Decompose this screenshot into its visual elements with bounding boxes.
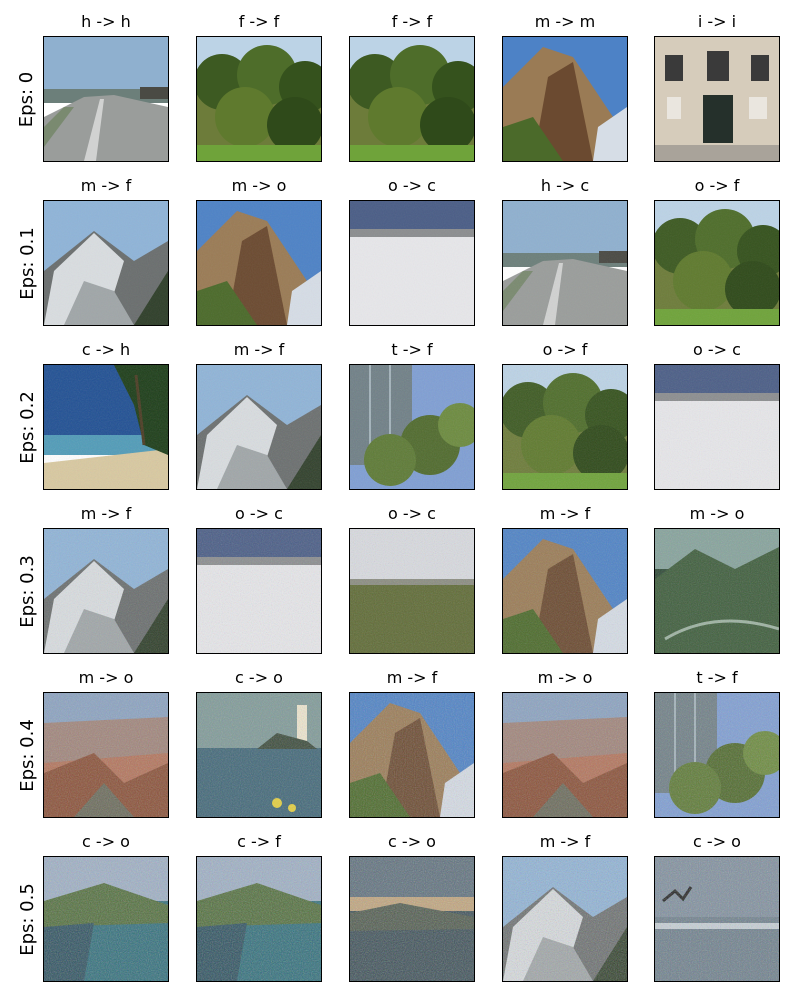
sample-image xyxy=(502,36,628,162)
row-label-text: Eps: 0.5 xyxy=(16,882,38,956)
cell-title: c -> o xyxy=(235,668,283,687)
cell-title: c -> o xyxy=(388,832,436,851)
sample-image xyxy=(196,36,322,162)
cell-title: m -> f xyxy=(80,176,132,195)
cell-title: c -> o xyxy=(82,832,130,851)
sample-image xyxy=(349,200,475,326)
sample-image xyxy=(43,200,169,326)
sample-image xyxy=(654,200,780,326)
sample-image xyxy=(654,856,780,982)
grid-cell: m -> o xyxy=(502,666,628,819)
row-label-text: Eps: 0.3 xyxy=(16,554,38,628)
cell-title: m -> f xyxy=(386,668,438,687)
grid-cell: m -> f xyxy=(196,338,322,491)
sample-image xyxy=(43,364,169,490)
grid-cell: m -> o xyxy=(43,666,169,819)
sample-image xyxy=(349,692,475,818)
sample-image xyxy=(502,200,628,326)
grid-cell: m -> f xyxy=(43,174,169,327)
cell-title: m -> f xyxy=(80,504,132,523)
grid-cell: c -> o xyxy=(654,830,780,983)
grid-cell: c -> o xyxy=(349,830,475,983)
grid-cell: m -> o xyxy=(654,502,780,655)
grid-cell: f -> f xyxy=(349,10,475,163)
cell-title: f -> f xyxy=(391,12,433,31)
sample-image xyxy=(196,692,322,818)
grid-cell: t -> f xyxy=(654,666,780,819)
sample-image xyxy=(43,36,169,162)
grid-cell: o -> c xyxy=(654,338,780,491)
sample-image xyxy=(654,528,780,654)
row-label-text: Eps: 0.4 xyxy=(16,718,38,792)
grid-cell: m -> f xyxy=(502,830,628,983)
grid-cell: o -> f xyxy=(502,338,628,491)
cell-title: m -> f xyxy=(539,504,591,523)
sample-image xyxy=(654,692,780,818)
cell-title: c -> h xyxy=(81,340,131,359)
grid-cell: m -> m xyxy=(502,10,628,163)
sample-image xyxy=(349,528,475,654)
sample-image xyxy=(349,364,475,490)
cell-title: t -> f xyxy=(391,340,433,359)
cell-title: o -> c xyxy=(693,340,741,359)
grid-cell: m -> f xyxy=(349,666,475,819)
cell-title: o -> c xyxy=(388,176,436,195)
cell-title: o -> c xyxy=(388,504,436,523)
sample-image xyxy=(502,856,628,982)
grid-cell: h -> h xyxy=(43,10,169,163)
cell-title: f -> f xyxy=(238,12,280,31)
sample-image xyxy=(502,364,628,490)
cell-title: o -> f xyxy=(694,176,740,195)
sample-image xyxy=(349,856,475,982)
cell-title: t -> f xyxy=(696,668,738,687)
row-label-text: Eps: 0.2 xyxy=(16,390,38,464)
grid-cell: o -> c xyxy=(349,502,475,655)
cell-title: m -> o xyxy=(689,504,745,523)
grid-cell: m -> f xyxy=(502,502,628,655)
cell-title: h -> c xyxy=(540,176,590,195)
grid-cell: o -> f xyxy=(654,174,780,327)
row-label-text: Eps: 0 xyxy=(16,71,38,127)
grid-cell: c -> o xyxy=(196,666,322,819)
grid-cell: m -> f xyxy=(43,502,169,655)
sample-image xyxy=(43,692,169,818)
sample-image xyxy=(43,856,169,982)
grid-cell: o -> c xyxy=(196,502,322,655)
cell-title: m -> m xyxy=(534,12,596,31)
grid-cell: m -> o xyxy=(196,174,322,327)
cell-title: m -> o xyxy=(78,668,134,687)
cell-title: i -> i xyxy=(697,12,737,31)
sample-image xyxy=(196,200,322,326)
cell-title: h -> h xyxy=(81,12,131,31)
cell-title: m -> o xyxy=(537,668,593,687)
cell-title: m -> o xyxy=(231,176,287,195)
sample-image xyxy=(43,528,169,654)
cell-title: m -> f xyxy=(539,832,591,851)
grid-cell: t -> f xyxy=(349,338,475,491)
sample-image xyxy=(654,36,780,162)
row-label-text: Eps: 0.1 xyxy=(16,226,38,300)
grid-cell: o -> c xyxy=(349,174,475,327)
grid-cell: i -> i xyxy=(654,10,780,163)
cell-title: c -> o xyxy=(693,832,741,851)
sample-image xyxy=(654,364,780,490)
sample-image xyxy=(349,36,475,162)
cell-title: o -> c xyxy=(235,504,283,523)
sample-image xyxy=(196,528,322,654)
cell-title: m -> f xyxy=(233,340,285,359)
sample-image xyxy=(196,856,322,982)
sample-image xyxy=(502,692,628,818)
grid-cell: f -> f xyxy=(196,10,322,163)
grid-cell: h -> c xyxy=(502,174,628,327)
grid-cell: c -> f xyxy=(196,830,322,983)
cell-title: c -> f xyxy=(237,832,281,851)
grid-cell: c -> o xyxy=(43,830,169,983)
cell-title: o -> f xyxy=(542,340,588,359)
grid-cell: c -> h xyxy=(43,338,169,491)
sample-image xyxy=(502,528,628,654)
sample-image xyxy=(196,364,322,490)
